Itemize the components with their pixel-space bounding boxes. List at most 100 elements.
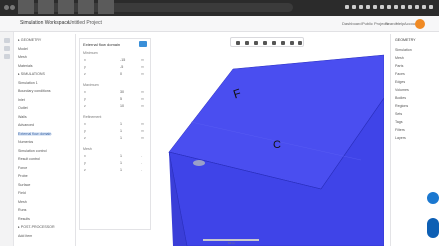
tree-item[interactable]: Mesh	[18, 200, 27, 204]
geometry-item[interactable]: Mesh	[395, 56, 404, 60]
app-name[interactable]: Simulation Workspace	[20, 20, 70, 26]
model-part[interactable]	[193, 160, 205, 166]
more-icon[interactable]	[298, 41, 302, 45]
tree-item[interactable]: Simulation control	[18, 149, 47, 153]
tree-item[interactable]: Numerics	[18, 140, 33, 144]
extension-icon[interactable]	[366, 5, 370, 9]
field-value[interactable]: 1	[120, 168, 122, 172]
geometry-item[interactable]: Filters	[395, 128, 405, 132]
tree-item[interactable]: ▸ POST-PROCESSOR	[18, 225, 55, 229]
field-value[interactable]: 1	[120, 154, 122, 158]
extension-icon[interactable]	[408, 5, 412, 9]
header-link-help[interactable]: Help	[396, 21, 404, 26]
tree-item[interactable]: Boundary conditions	[18, 89, 51, 93]
geometry-item[interactable]: Bodies	[395, 96, 406, 100]
add-item-button[interactable]: Add item	[18, 234, 32, 238]
geometry-icon[interactable]	[4, 38, 10, 43]
field-value[interactable]: 0	[120, 72, 122, 76]
measure-icon[interactable]	[281, 41, 285, 45]
simulation-icon[interactable]	[4, 54, 10, 59]
geometry-item[interactable]: Regions	[395, 104, 408, 108]
tree-item[interactable]: Outlet	[18, 106, 28, 110]
field-unit: -	[141, 161, 143, 165]
tree-item[interactable]: Surface	[18, 183, 30, 187]
field-key: z	[84, 104, 86, 108]
geometry-item[interactable]: Layers	[395, 136, 406, 140]
close-panel-button[interactable]	[139, 41, 147, 47]
tree-item[interactable]: Field	[18, 191, 26, 195]
view-icon[interactable]	[272, 41, 276, 45]
help-bubble[interactable]	[427, 192, 439, 204]
extension-icon[interactable]	[352, 5, 356, 9]
mesh-icon[interactable]	[4, 46, 10, 51]
field-value[interactable]: 10	[120, 104, 124, 108]
extension-icon[interactable]	[394, 5, 398, 9]
tree-item[interactable]: ▸ SIMULATIONS	[18, 72, 45, 76]
coordinate-field[interactable]: z 10 m	[83, 104, 149, 108]
tree-item[interactable]: Simulation 1	[18, 81, 38, 85]
tree-item[interactable]: Probe	[18, 174, 28, 178]
settings-icon[interactable]	[290, 41, 294, 45]
extension-icon[interactable]	[359, 5, 363, 9]
tree-item[interactable]: Walls	[18, 115, 27, 119]
geometry-item[interactable]: Parts	[395, 64, 403, 68]
3d-viewport[interactable]: F C	[151, 32, 385, 247]
geometry-item[interactable]: Simulation	[395, 48, 412, 52]
geometry-item[interactable]: Faces	[395, 72, 405, 76]
tree-item[interactable]: Advanced	[18, 123, 34, 127]
extension-icon[interactable]	[380, 5, 384, 9]
extension-icon[interactable]	[387, 5, 391, 9]
domain-box[interactable]: F C	[151, 32, 385, 247]
project-tree: ▸ GEOMETRY Model Mesh Materials ▸ SIMULAT…	[14, 34, 76, 246]
avatar[interactable]	[415, 19, 425, 29]
geometry-item[interactable]: Edges	[395, 80, 405, 84]
coordinate-field[interactable]: x 30 m	[83, 90, 149, 94]
extension-icon[interactable]	[373, 5, 377, 9]
coordinate-field[interactable]: x -15 m	[83, 58, 149, 62]
field-value[interactable]: 1	[120, 136, 122, 140]
coordinate-field[interactable]: x 1 m	[83, 122, 149, 126]
tree-item[interactable]: Result control	[18, 157, 40, 161]
tree-item[interactable]: Mesh	[18, 55, 27, 59]
field-value[interactable]: -15	[120, 58, 125, 62]
coordinate-field[interactable]: y 1 -	[83, 161, 149, 165]
tree-item[interactable]: Force	[18, 166, 27, 170]
geometry-item[interactable]: Volumes	[395, 88, 409, 92]
field-value[interactable]: -5	[120, 65, 123, 69]
coordinate-field[interactable]: y 5 m	[83, 97, 149, 101]
coordinate-field[interactable]: x 1 -	[83, 154, 149, 158]
tree-item[interactable]: Inlet	[18, 98, 25, 102]
menu-icon[interactable]	[429, 5, 433, 9]
extension-icon[interactable]	[422, 5, 426, 9]
field-value[interactable]: 1	[120, 161, 122, 165]
select-icon[interactable]	[236, 41, 240, 45]
rotate-icon[interactable]	[245, 41, 249, 45]
extension-icon[interactable]	[345, 5, 349, 9]
tree-item[interactable]: Materials	[18, 64, 33, 68]
header-link-dashboard[interactable]: Dashboard	[342, 21, 362, 26]
tree-item[interactable]: Model	[18, 47, 28, 51]
field-value[interactable]: 1	[120, 129, 122, 133]
zoom-icon[interactable]	[263, 41, 267, 45]
field-value[interactable]: 1	[120, 122, 122, 126]
tree-item[interactable]: Results	[18, 217, 30, 221]
extension-icon[interactable]	[401, 5, 405, 9]
coordinate-field[interactable]: z 1 -	[83, 168, 149, 172]
tree-item[interactable]: Runs	[18, 208, 26, 212]
field-unit: m	[141, 104, 144, 108]
field-value[interactable]: 30	[120, 90, 124, 94]
field-key: y	[84, 65, 86, 69]
field-value[interactable]: 5	[120, 97, 122, 101]
tree-item[interactable]: ▸ GEOMETRY	[18, 38, 41, 42]
project-name[interactable]: Untitled Project	[68, 20, 102, 26]
coordinate-field[interactable]: y 1 m	[83, 129, 149, 133]
extension-icon[interactable]	[415, 5, 419, 9]
coordinate-field[interactable]: y -5 m	[83, 65, 149, 69]
coordinate-field[interactable]: z 0 m	[83, 72, 149, 76]
geometry-item[interactable]: Tags	[395, 120, 403, 124]
tree-item[interactable]: External flow domain	[18, 131, 52, 136]
chat-bubble[interactable]	[427, 218, 439, 238]
geometry-item[interactable]: Sets	[395, 112, 402, 116]
pan-icon[interactable]	[254, 41, 258, 45]
coordinate-field[interactable]: z 1 m	[83, 136, 149, 140]
